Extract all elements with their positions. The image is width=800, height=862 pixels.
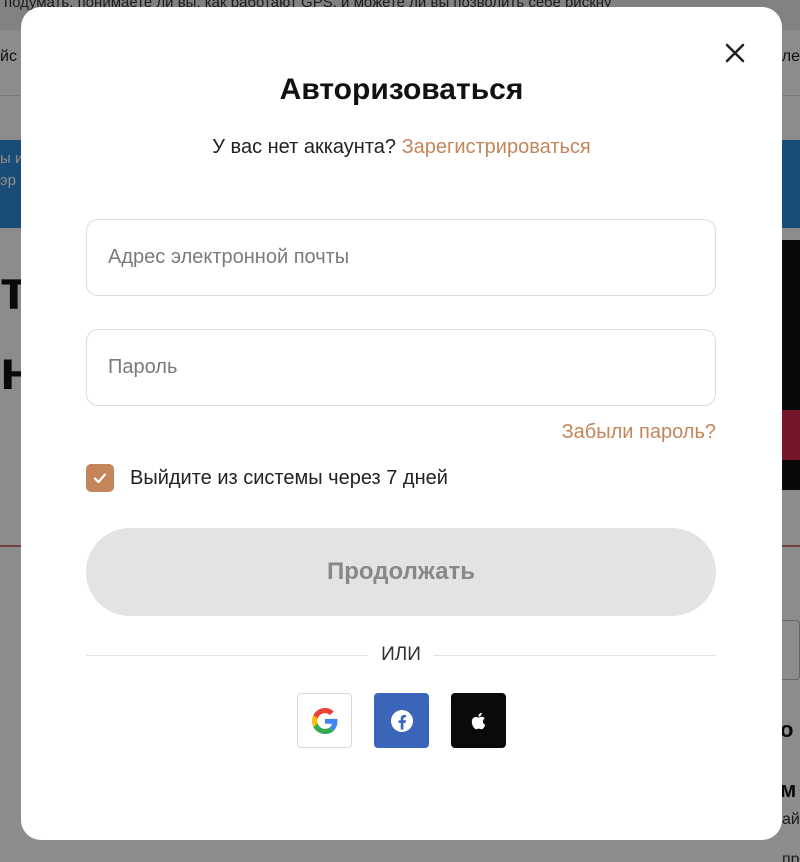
close-icon bbox=[725, 43, 745, 63]
signup-link[interactable]: Зарегистрироваться bbox=[402, 136, 591, 158]
checkmark-icon bbox=[93, 473, 107, 484]
modal-title: Авторизоваться bbox=[279, 73, 524, 106]
forgot-password-link[interactable]: Забыли пароль? bbox=[562, 421, 716, 444]
remember-checkbox-row[interactable]: Выйдите из системы через 7 дней bbox=[86, 464, 448, 492]
email-field[interactable] bbox=[87, 220, 715, 295]
signup-prompt: У вас нет аккаунта? Зарегистрироваться bbox=[21, 136, 782, 159]
signup-prompt-text: У вас нет аккаунта? bbox=[212, 136, 397, 158]
google-login-button[interactable] bbox=[297, 693, 352, 748]
divider-line-right bbox=[434, 655, 716, 656]
or-divider: ИЛИ bbox=[86, 643, 716, 667]
login-modal: Авторизоваться У вас нет аккаунта? Зарег… bbox=[21, 7, 782, 840]
apple-login-button[interactable] bbox=[451, 693, 506, 748]
remember-checkbox[interactable] bbox=[86, 464, 114, 492]
password-field[interactable] bbox=[87, 330, 715, 405]
apple-icon bbox=[471, 712, 485, 729]
remember-label: Выйдите из системы через 7 дней bbox=[130, 466, 448, 489]
facebook-login-button[interactable] bbox=[374, 693, 429, 748]
email-field-wrapper bbox=[86, 219, 716, 296]
google-icon bbox=[311, 707, 337, 734]
close-button[interactable] bbox=[721, 39, 749, 67]
facebook-icon bbox=[390, 709, 413, 732]
password-field-wrapper bbox=[86, 329, 716, 406]
continue-button[interactable]: Продолжать bbox=[86, 528, 716, 616]
